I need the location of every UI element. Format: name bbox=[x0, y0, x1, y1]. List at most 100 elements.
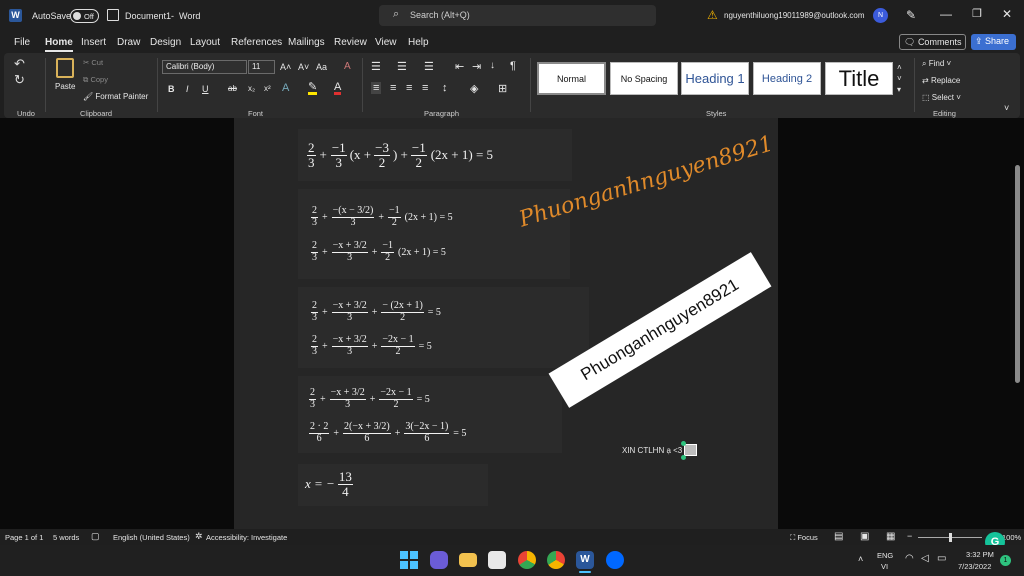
clear-format-icon[interactable]: A bbox=[344, 61, 351, 72]
wifi-icon[interactable]: ◠ bbox=[905, 553, 914, 564]
chat-icon[interactable] bbox=[430, 551, 448, 569]
borders-icon[interactable]: ⊞ bbox=[498, 82, 507, 95]
undo-icon[interactable]: ↶ bbox=[14, 56, 25, 72]
autosave-toggle[interactable]: Off bbox=[70, 9, 99, 23]
volume-icon[interactable]: ◁ bbox=[921, 553, 929, 564]
equation-block-5[interactable]: x = − 13 4 bbox=[298, 464, 488, 506]
style-heading-1[interactable]: Heading 1 bbox=[681, 62, 749, 95]
shading-icon[interactable]: ◈ bbox=[470, 82, 478, 95]
clock-time[interactable]: 3:32 PM bbox=[966, 550, 994, 559]
menu-references[interactable]: References bbox=[231, 37, 282, 48]
font-color-icon[interactable]: A bbox=[334, 82, 342, 95]
styles-scroll-icon[interactable]: ˄ ˅ ▾ bbox=[897, 62, 902, 95]
zoom-slider[interactable] bbox=[918, 533, 982, 542]
tray-chevron-icon[interactable]: ˄ bbox=[858, 554, 863, 564]
text-cursor-handle[interactable] bbox=[684, 444, 697, 456]
web-layout-icon[interactable]: ▦ bbox=[886, 531, 895, 542]
increase-indent-icon[interactable]: ⇥ bbox=[472, 60, 481, 73]
focus-button[interactable]: ⛶ Focus bbox=[790, 533, 818, 543]
equation-block-2[interactable]: 23 + −(x − 3/2) 3 + −1 2 (2x + 1) = 5 23 +… bbox=[298, 189, 570, 279]
menu-insert[interactable]: Insert bbox=[81, 37, 106, 48]
format-painter-button[interactable]: 🖌 Format Painter bbox=[83, 92, 148, 101]
menu-home[interactable]: Home bbox=[45, 37, 73, 52]
search-box[interactable]: ⌕ Search (Alt+Q) bbox=[379, 5, 656, 26]
resize-handle-icon[interactable] bbox=[681, 441, 686, 446]
menu-file[interactable]: File bbox=[14, 37, 30, 48]
replace-button[interactable]: ⇄ Replace bbox=[922, 76, 960, 85]
minimize-icon[interactable]: — bbox=[940, 7, 952, 21]
align-left-icon[interactable]: ≡ bbox=[371, 82, 382, 94]
start-icon[interactable] bbox=[400, 551, 418, 569]
store-icon[interactable] bbox=[488, 551, 506, 569]
superscript-button[interactable]: x² bbox=[264, 84, 271, 93]
equation-block-3[interactable]: 23 + −x + 3/2 3 + − (2x + 1) 2 = 5 23 + −x… bbox=[298, 287, 589, 368]
input-language[interactable]: ENG bbox=[877, 551, 893, 560]
text-effects-icon[interactable]: A bbox=[282, 82, 289, 94]
line-spacing-icon[interactable]: ↕ bbox=[442, 82, 448, 94]
justify-icon[interactable]: ≡ bbox=[422, 82, 428, 94]
underline-button[interactable]: U bbox=[202, 84, 209, 94]
proofing-icon[interactable]: ▢ bbox=[91, 531, 100, 542]
zalo-icon[interactable] bbox=[606, 551, 624, 569]
subscript-button[interactable]: x₂ bbox=[248, 84, 255, 93]
read-mode-icon[interactable]: ▤ bbox=[834, 531, 843, 542]
show-marks-icon[interactable]: ¶ bbox=[510, 60, 516, 72]
bullets-icon[interactable]: ☰ bbox=[371, 60, 381, 73]
decrease-indent-icon[interactable]: ⇤ bbox=[455, 60, 464, 73]
sort-icon[interactable]: ↓ bbox=[490, 60, 495, 71]
bold-button[interactable]: B bbox=[168, 84, 175, 94]
input-language-sub[interactable]: VI bbox=[881, 562, 888, 571]
account-email[interactable]: nguyenthiluong19011989@outlook.com bbox=[724, 11, 865, 20]
shrink-font-button[interactable]: A˅ bbox=[298, 62, 309, 72]
menu-layout[interactable]: Layout bbox=[190, 37, 220, 48]
vertical-scrollbar[interactable] bbox=[1015, 165, 1020, 383]
menu-review[interactable]: Review bbox=[334, 37, 367, 48]
chrome-canary-icon[interactable] bbox=[518, 551, 536, 569]
file-explorer-icon[interactable] bbox=[459, 553, 477, 567]
pen-icon[interactable]: ✎ bbox=[906, 8, 916, 22]
warning-icon[interactable]: ⚠ bbox=[707, 8, 718, 22]
font-size-combo[interactable]: 11 bbox=[248, 60, 275, 74]
align-right-icon[interactable]: ≡ bbox=[406, 82, 412, 94]
multilevel-icon[interactable]: ☰ bbox=[424, 60, 434, 73]
numbering-icon[interactable]: ☰ bbox=[397, 60, 407, 73]
chrome-icon[interactable] bbox=[547, 551, 565, 569]
document-name[interactable]: Document1 bbox=[125, 11, 171, 21]
word-count[interactable]: 5 words bbox=[53, 533, 79, 542]
print-layout-icon[interactable]: ▣ bbox=[860, 531, 869, 542]
language-status[interactable]: English (United States) bbox=[113, 533, 190, 542]
restore-icon[interactable]: ❐ bbox=[972, 7, 982, 20]
menu-help[interactable]: Help bbox=[408, 37, 429, 48]
notification-badge[interactable]: 1 bbox=[1000, 555, 1011, 566]
menu-draw[interactable]: Draw bbox=[117, 37, 140, 48]
word-taskbar-icon[interactable]: W bbox=[576, 551, 594, 569]
zoom-out-icon[interactable]: − bbox=[907, 531, 912, 541]
italic-button[interactable]: I bbox=[186, 84, 189, 94]
paste-icon[interactable] bbox=[56, 58, 74, 78]
accessibility-status[interactable]: Accessibility: Investigate bbox=[206, 533, 287, 542]
battery-icon[interactable]: ▭ bbox=[937, 553, 946, 564]
paste-button[interactable]: Paste bbox=[55, 82, 75, 91]
page-count[interactable]: Page 1 of 1 bbox=[5, 533, 43, 542]
redo-icon[interactable]: ↻ bbox=[14, 72, 25, 88]
note-text[interactable]: XIN CTLHN ạ <3 bbox=[622, 446, 682, 455]
comments-button[interactable]: 🗨 Comments bbox=[899, 34, 966, 50]
equation-block-4[interactable]: 23 + −x + 3/2 3 + −2x − 12 = 5 2 · 26 + 2… bbox=[298, 376, 562, 453]
style-heading-2[interactable]: Heading 2 bbox=[753, 62, 821, 95]
share-button[interactable]: ⇪ Share bbox=[971, 34, 1016, 50]
clock-date[interactable]: 7/23/2022 bbox=[958, 562, 991, 571]
grow-font-button[interactable]: A˄ bbox=[280, 62, 291, 72]
menu-design[interactable]: Design bbox=[150, 37, 181, 48]
style-normal[interactable]: Normal bbox=[537, 62, 606, 95]
change-case-button[interactable]: Aa bbox=[316, 62, 327, 72]
font-name-combo[interactable]: Calibri (Body) bbox=[162, 60, 247, 74]
strikethrough-button[interactable]: ab bbox=[228, 84, 237, 93]
align-center-icon[interactable]: ≡ bbox=[390, 82, 396, 94]
copy-button[interactable]: ⧉ Copy bbox=[83, 75, 108, 85]
collapse-ribbon-icon[interactable]: ˅ bbox=[1004, 103, 1009, 113]
highlight-icon[interactable]: ✎ bbox=[308, 82, 318, 95]
menu-mailings[interactable]: Mailings bbox=[288, 37, 325, 48]
style-no-spacing[interactable]: No Spacing bbox=[610, 62, 678, 95]
close-icon[interactable]: ✕ bbox=[1002, 7, 1012, 21]
save-icon[interactable] bbox=[107, 9, 119, 21]
